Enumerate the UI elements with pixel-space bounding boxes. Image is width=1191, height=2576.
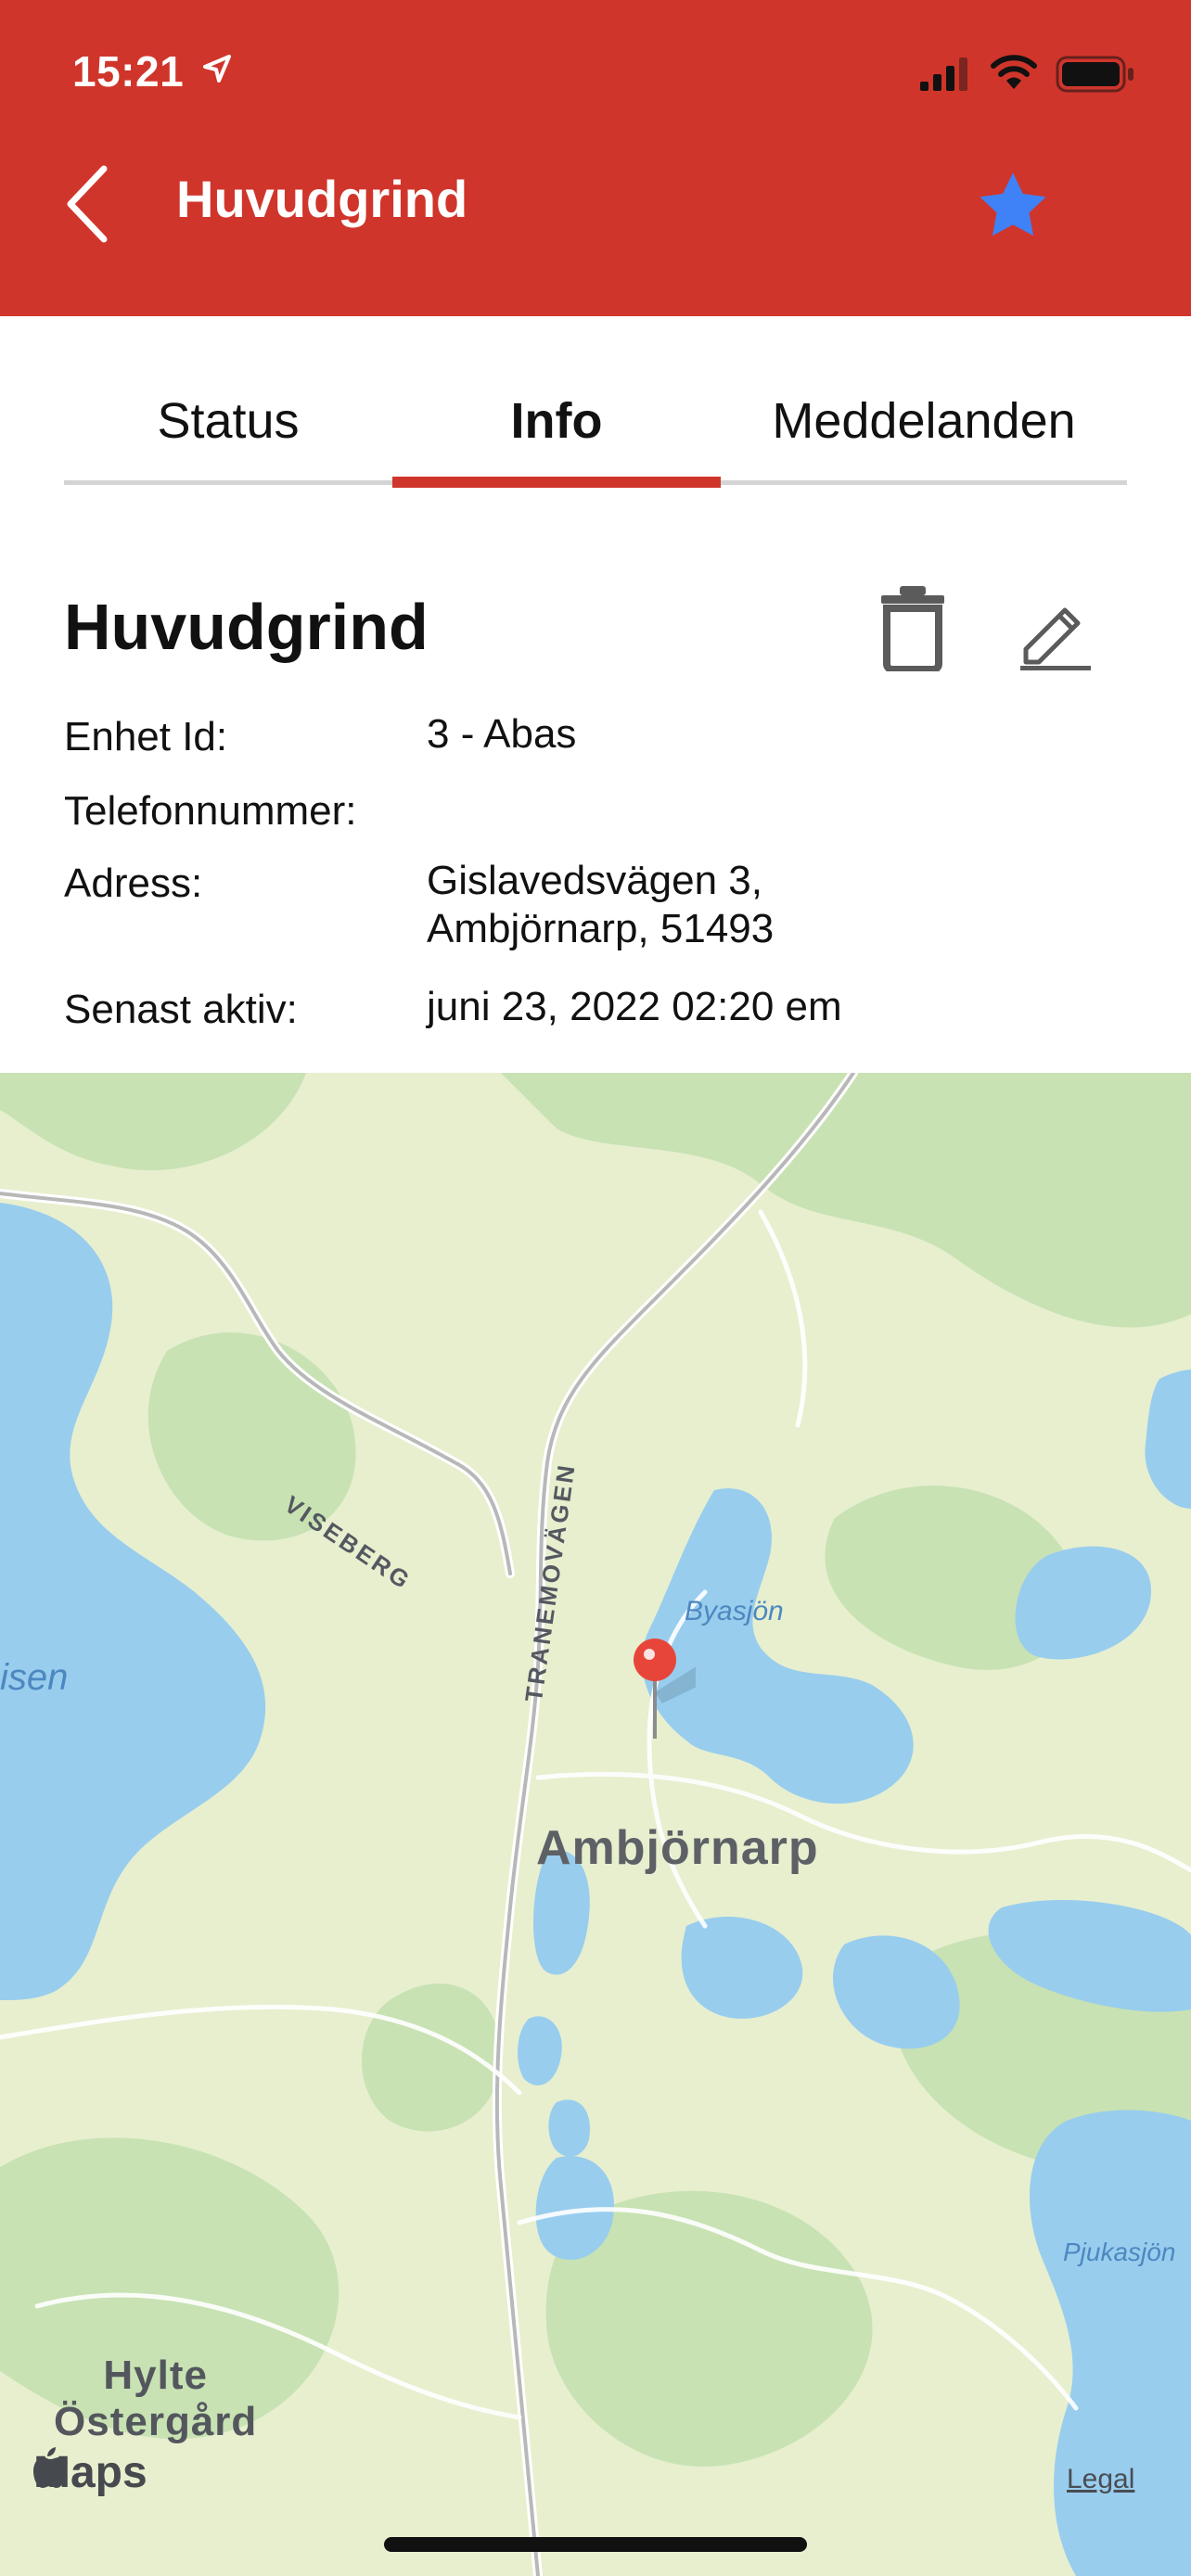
- star-icon: [980, 172, 1046, 236]
- apple-logo-icon: [33, 2447, 67, 2488]
- tab-info[interactable]: Info: [392, 380, 721, 473]
- selected-tab-indicator: [392, 477, 721, 488]
- town-label: Ambjörnarp: [536, 1821, 819, 1875]
- tab-messages[interactable]: Meddelanden: [721, 380, 1127, 473]
- address-value: Gislavedsvägen 3, Ambjörnarp, 51493: [427, 857, 774, 953]
- address-line-1: Gislavedsvägen 3,: [427, 858, 762, 903]
- favorite-button[interactable]: [974, 167, 1052, 245]
- legal-link[interactable]: Legal: [1067, 2464, 1134, 2495]
- last-active-label: Senast aktiv:: [64, 987, 298, 1032]
- tab-status[interactable]: Status: [64, 380, 392, 473]
- village-label: Hylte Östergård: [54, 2353, 257, 2445]
- location-map[interactable]: VISEBERG TRANEMOVÄGEN Byasjön isen Pjuka…: [0, 1073, 1191, 2576]
- pencil-icon: [1020, 607, 1091, 670]
- lake-label-left: isen: [0, 1657, 69, 1698]
- map-pin[interactable]: [621, 1637, 696, 1748]
- battery-icon: [1056, 56, 1133, 93]
- maps-brand: Maps: [33, 2447, 147, 2498]
- village-label-line-2: Östergård: [54, 2399, 258, 2444]
- delete-button[interactable]: [876, 584, 950, 673]
- location-pin-icon: [634, 1639, 696, 1739]
- back-button[interactable]: [56, 158, 121, 250]
- tab-bar: Status Info Meddelanden: [64, 380, 1127, 488]
- village-label-line-1: Hylte: [103, 2353, 208, 2398]
- page-title: Huvudgrind: [176, 170, 468, 228]
- trash-icon: [881, 586, 944, 673]
- home-indicator[interactable]: [384, 2537, 807, 2552]
- lake-label-pjukasjon: Pjukasjön: [1063, 2238, 1176, 2266]
- lake-label-byasjon: Byasjön: [685, 1596, 784, 1626]
- edit-button[interactable]: [1017, 593, 1095, 671]
- address-label: Adress:: [64, 861, 203, 906]
- cellular-signal-icon: [920, 57, 967, 91]
- chevron-left-icon: [67, 165, 108, 243]
- app-header: 15:21 Huvudgrind: [0, 0, 1191, 316]
- unit-id-value: 3 - Abas: [427, 711, 577, 757]
- last-active-value: juni 23, 2022 02:20 em: [427, 984, 842, 1029]
- device-name: Huvudgrind: [64, 591, 429, 663]
- location-arrow-icon: [203, 55, 231, 83]
- address-line-2: Ambjörnarp, 51493: [427, 906, 775, 951]
- wifi-icon: [991, 55, 1037, 89]
- status-time: 15:21: [72, 47, 185, 96]
- phone-label: Telefonnummer:: [64, 788, 357, 834]
- unit-id-label: Enhet Id:: [64, 714, 228, 759]
